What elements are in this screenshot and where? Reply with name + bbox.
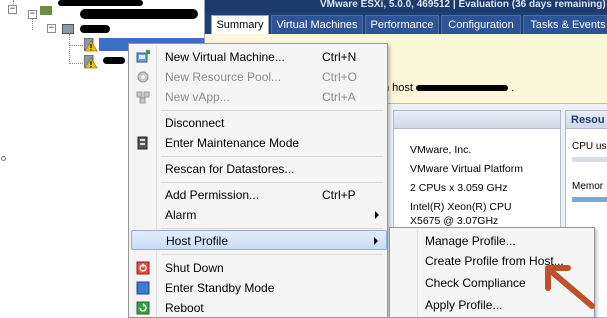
menu-separator bbox=[161, 254, 383, 255]
general-processor-type: Intel(R) Xeon(R) CPU bbox=[410, 201, 512, 213]
tree-collapse-toggle[interactable]: − bbox=[28, 10, 37, 19]
submenu-arrow-icon bbox=[374, 237, 378, 245]
submenu-item-manage-profile[interactable]: Manage Profile... bbox=[392, 231, 592, 251]
general-manufacturer: VMware, Inc. bbox=[410, 144, 472, 156]
memory-usage-label: Memor bbox=[572, 181, 604, 192]
redacted-label bbox=[80, 9, 198, 19]
menu-item-label: New Virtual Machine... bbox=[165, 50, 285, 64]
menu-item-label: Host Profile bbox=[166, 234, 229, 248]
menu-item-label: Manage Profile... bbox=[425, 234, 516, 248]
menu-item-label: Reboot bbox=[165, 301, 204, 315]
menu-item-shortcut: Ctrl+O bbox=[322, 70, 358, 84]
menu-item-label: Enter Maintenance Mode bbox=[165, 136, 300, 150]
menu-item-label: Check Compliance bbox=[425, 276, 526, 290]
general-panel-header bbox=[394, 111, 560, 129]
tab-strip: Summary Virtual Machines Performance Con… bbox=[205, 12, 607, 34]
annotation-arrow-icon bbox=[545, 265, 595, 309]
tab-summary[interactable]: Summary bbox=[211, 15, 269, 34]
menu-item-shortcut: Ctrl+A bbox=[322, 90, 356, 104]
shutdown-icon bbox=[136, 261, 150, 275]
menu-separator bbox=[161, 182, 383, 183]
menu-item-new-vapp[interactable]: New vApp... Ctrl+A bbox=[131, 87, 387, 107]
datacenter-icon bbox=[40, 6, 52, 15]
host-notice-text: n host . bbox=[383, 82, 515, 94]
menu-item-label: Rescan for Datastores... bbox=[165, 162, 295, 176]
menu-item-alarm[interactable]: Alarm bbox=[131, 205, 387, 225]
menu-item-label: Add Permission... bbox=[165, 188, 260, 202]
memory-usage-bar bbox=[572, 197, 607, 202]
vapp-icon bbox=[136, 91, 150, 104]
menu-item-enter-standby-mode[interactable]: Enter Standby Mode bbox=[131, 278, 387, 298]
menu-item-label: Apply Profile... bbox=[425, 298, 503, 312]
tree-connector bbox=[69, 34, 70, 64]
menu-item-new-resource-pool[interactable]: New Resource Pool... Ctrl+O bbox=[131, 67, 387, 87]
host-title-bar: VMware ESXi, 5.0.0, 469512 | Evaluation … bbox=[205, 0, 607, 12]
cpu-usage-bar bbox=[572, 157, 607, 162]
menu-item-enter-maintenance-mode[interactable]: Enter Maintenance Mode bbox=[131, 133, 387, 153]
menu-separator bbox=[161, 228, 383, 229]
menu-item-shortcut: Ctrl+P bbox=[322, 188, 356, 202]
general-cpu-cores: 2 CPUs x 3.059 GHz bbox=[410, 182, 508, 194]
menu-separator bbox=[161, 156, 383, 157]
cpu-usage-label: CPU us bbox=[572, 141, 607, 152]
menu-item-new-virtual-machine[interactable]: New Virtual Machine... Ctrl+N bbox=[131, 47, 387, 67]
submenu-arrow-icon bbox=[375, 211, 379, 219]
menu-item-label: Enter Standby Mode bbox=[165, 281, 275, 295]
cluster-icon bbox=[62, 24, 74, 34]
tab-tasks-events[interactable]: Tasks & Events bbox=[523, 15, 607, 34]
menu-item-label: Disconnect bbox=[165, 116, 225, 130]
redacted-label bbox=[58, 0, 143, 6]
menu-item-add-permission[interactable]: Add Permission... Ctrl+P bbox=[131, 185, 387, 205]
redacted-label bbox=[103, 57, 125, 64]
redacted-label bbox=[80, 25, 110, 33]
menu-item-label: Alarm bbox=[165, 208, 197, 222]
tree-collapse-toggle[interactable]: − bbox=[8, 5, 17, 14]
general-model: VMware Virtual Platform bbox=[410, 163, 524, 175]
resources-header: Resou bbox=[566, 111, 607, 129]
resource-pool-icon bbox=[137, 71, 149, 83]
menu-item-reboot[interactable]: Reboot bbox=[131, 298, 387, 318]
standby-icon bbox=[136, 281, 150, 295]
redacted-host-name bbox=[416, 85, 509, 92]
tab-performance[interactable]: Performance bbox=[365, 15, 439, 34]
menu-item-host-profile[interactable]: Host Profile bbox=[131, 230, 387, 250]
host-warning-icon bbox=[84, 55, 98, 69]
host-context-menu: New Virtual Machine... Ctrl+N New Resour… bbox=[128, 43, 388, 318]
menu-item-rescan-datastores[interactable]: Rescan for Datastores... bbox=[131, 159, 387, 179]
menu-item-shortcut: Ctrl+N bbox=[322, 50, 357, 64]
resize-handle[interactable] bbox=[1, 156, 6, 161]
menu-item-shut-down[interactable]: Shut Down bbox=[131, 258, 387, 278]
reboot-icon bbox=[136, 301, 150, 315]
tree-collapse-toggle[interactable]: − bbox=[47, 24, 56, 33]
menu-item-disconnect[interactable]: Disconnect bbox=[131, 113, 387, 133]
maintenance-icon bbox=[137, 136, 148, 150]
tab-configuration[interactable]: Configuration bbox=[441, 15, 521, 34]
menu-item-label: Shut Down bbox=[165, 261, 224, 275]
menu-item-label: New Resource Pool... bbox=[165, 70, 282, 84]
tab-virtual-machines[interactable]: Virtual Machines bbox=[271, 15, 363, 34]
new-vm-icon bbox=[136, 50, 150, 63]
tree-connector bbox=[69, 63, 83, 64]
tree-connector bbox=[69, 45, 83, 46]
host-warning-icon bbox=[84, 38, 98, 52]
menu-item-label: New vApp... bbox=[165, 90, 230, 104]
menu-separator bbox=[161, 110, 383, 111]
general-processor-speed: X5675 @ 3.07GHz bbox=[410, 215, 499, 227]
